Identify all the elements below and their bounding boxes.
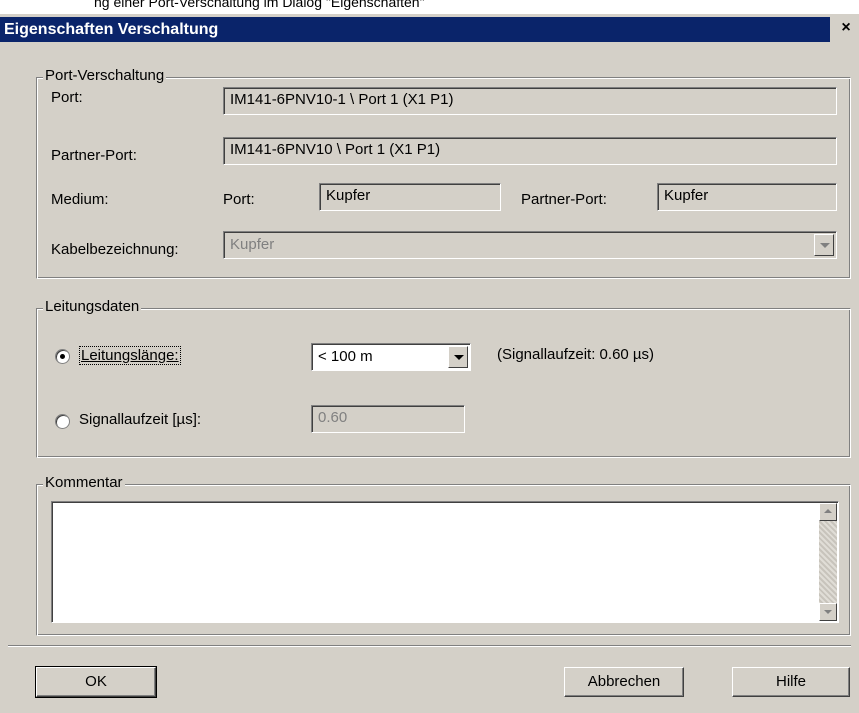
title-bar: Eigenschaften Verschaltung × bbox=[0, 14, 859, 44]
signal-radio[interactable] bbox=[55, 414, 70, 429]
background-caption-text: ng einer Port-Verschaltung im Dialog "Ei… bbox=[94, 0, 425, 10]
signal-radio-label-text: Signallaufzeit [µs]: bbox=[79, 411, 202, 428]
length-radio[interactable] bbox=[55, 349, 70, 364]
close-button[interactable]: × bbox=[835, 17, 857, 39]
button-separator bbox=[8, 645, 851, 647]
chevron-down-icon[interactable] bbox=[448, 346, 468, 368]
partner-port-label: Partner-Port: bbox=[51, 147, 137, 164]
comment-textarea[interactable] bbox=[51, 501, 839, 623]
cable-combo: Kupfer bbox=[223, 231, 837, 259]
help-button-label: Hilfe bbox=[775, 673, 806, 690]
port-label: Port: bbox=[51, 89, 83, 106]
signal-radio-label[interactable]: Signallaufzeit [µs]: bbox=[79, 411, 201, 428]
port-group: Port-Verschaltung Port: IM141-6PNV10-1 \… bbox=[36, 67, 851, 279]
partner-port-field: IM141-6PNV10 \ Port 1 (X1 P1) bbox=[223, 137, 837, 165]
port-group-legend: Port-Verschaltung bbox=[43, 67, 167, 84]
cancel-button[interactable]: Abbrechen bbox=[564, 667, 684, 697]
medium-port-label: Port: bbox=[223, 191, 255, 208]
cancel-button-label: Abbrechen bbox=[587, 673, 661, 690]
signal-field: 0.60 bbox=[311, 405, 465, 433]
comment-scrollbar[interactable] bbox=[819, 503, 837, 621]
comment-group-legend: Kommentar bbox=[43, 474, 125, 491]
length-value: < 100 m bbox=[318, 348, 373, 365]
medium-port-field: Kupfer bbox=[319, 183, 501, 211]
line-group: Leitungsdaten Leitungslänge: < 100 m (Si… bbox=[36, 298, 851, 458]
background-caption: ng einer Port-Verschaltung im Dialog "Ei… bbox=[0, 0, 859, 14]
scroll-up-icon[interactable] bbox=[819, 503, 837, 521]
title-bar-active: Eigenschaften Verschaltung bbox=[0, 17, 830, 42]
signal-info: (Signallaufzeit: 0.60 µs) bbox=[497, 346, 655, 363]
close-icon: × bbox=[841, 19, 851, 36]
comment-group: Kommentar bbox=[36, 474, 851, 636]
ok-button-label: OK bbox=[85, 673, 107, 690]
cable-value: Kupfer bbox=[230, 236, 275, 253]
length-select[interactable]: < 100 m bbox=[311, 343, 471, 371]
ok-button[interactable]: OK bbox=[35, 666, 157, 698]
cable-label: Kabelbezeichnung: bbox=[51, 241, 179, 258]
medium-partner-field: Kupfer bbox=[657, 183, 837, 211]
length-radio-label[interactable]: Leitungslänge: bbox=[79, 346, 181, 365]
medium-label: Medium: bbox=[51, 191, 109, 208]
length-radio-label-text: Leitungslänge: bbox=[81, 347, 179, 364]
window-title: Eigenschaften Verschaltung bbox=[4, 21, 219, 38]
comment-legend-text: Kommentar bbox=[45, 474, 123, 491]
medium-partner-label: Partner-Port: bbox=[521, 191, 607, 208]
line-group-legend: Leitungsdaten bbox=[43, 298, 142, 315]
scroll-down-icon[interactable] bbox=[819, 603, 837, 621]
port-field: IM141-6PNV10-1 \ Port 1 (X1 P1) bbox=[223, 87, 837, 115]
help-button[interactable]: Hilfe bbox=[732, 667, 850, 697]
chevron-down-icon bbox=[814, 234, 834, 256]
